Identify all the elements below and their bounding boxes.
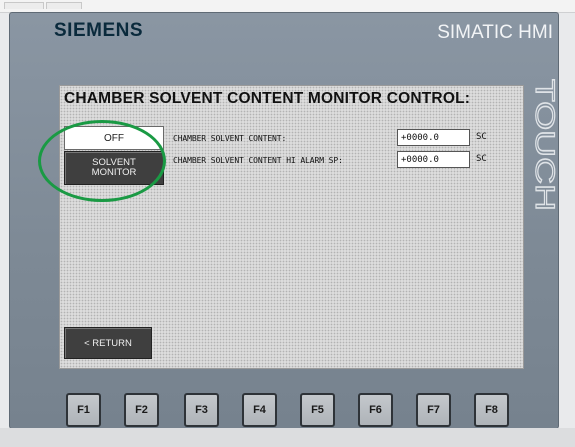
top-tab [4,2,44,9]
solvent-content-field[interactable]: +0000.0 [397,129,470,146]
brand-logo: SIEMENS [54,20,144,41]
f2-key[interactable]: F2 [124,393,159,427]
f3-key[interactable]: F3 [184,393,219,427]
top-tab [46,2,82,9]
solvent-content-unit: SC [476,132,487,142]
f5-key[interactable]: F5 [300,393,335,427]
f6-key[interactable]: F6 [358,393,393,427]
f4-key[interactable]: F4 [242,393,277,427]
solvent-monitor-button-label: SOLVENT MONITOR [91,157,137,178]
bottom-band [0,428,575,447]
f7-key[interactable]: F7 [416,393,451,427]
svg-text:TOUCH: TOUCH [531,79,557,211]
solvent-content-label: CHAMBER SOLVENT CONTENT: [173,134,287,143]
f1-key[interactable]: F1 [66,393,101,427]
hi-alarm-sp-field[interactable]: +0000.0 [397,151,470,168]
hi-alarm-sp-label: CHAMBER SOLVENT CONTENT HI ALARM SP: [173,156,343,165]
model-label: SIMATIC HMI [437,22,553,43]
hi-alarm-sp-unit: SC [476,154,487,164]
solvent-monitor-button[interactable]: SOLVENT MONITOR [64,151,164,185]
return-button[interactable]: < RETURN [64,327,152,359]
touch-label: TOUCH [531,78,557,211]
f8-key[interactable]: F8 [474,393,509,427]
off-button[interactable]: OFF [64,126,164,150]
page-title: CHAMBER SOLVENT CONTENT MONITOR CONTROL: [64,90,471,107]
hmi-screen: CHAMBER SOLVENT CONTENT MONITOR CONTROL:… [59,85,524,369]
